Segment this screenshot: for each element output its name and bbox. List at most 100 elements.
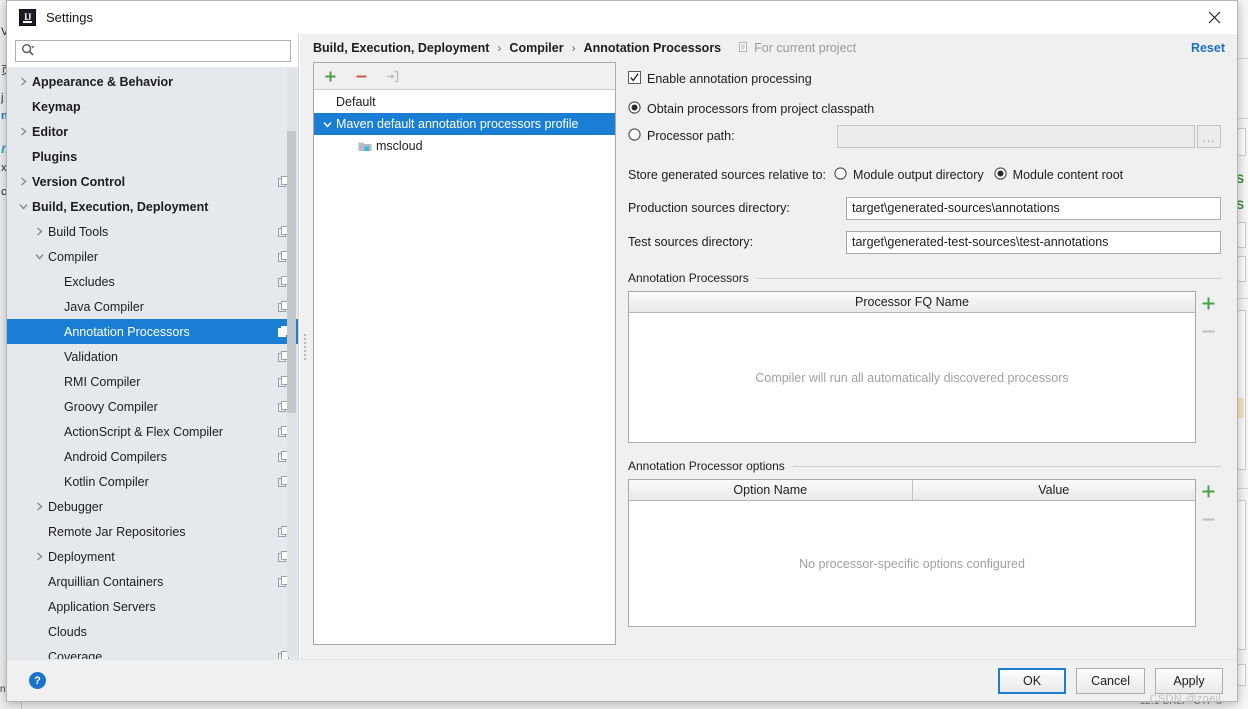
sidebar-item-clouds[interactable]: Clouds	[7, 619, 299, 644]
search-box[interactable]	[15, 40, 291, 62]
sidebar-item-label: Groovy Compiler	[64, 399, 158, 414]
sidebar-item-label: Annotation Processors	[64, 324, 190, 339]
profile-row[interactable]: mscloud	[314, 135, 615, 157]
sidebar-item-application-servers[interactable]: Application Servers	[7, 594, 299, 619]
checkbox-icon[interactable]	[628, 71, 641, 87]
close-icon[interactable]	[1191, 1, 1237, 34]
apply-button[interactable]: Apply	[1155, 667, 1223, 694]
chevron-right-icon[interactable]	[15, 127, 32, 136]
profile-label: Default	[336, 95, 376, 109]
radio-selected-icon[interactable]	[628, 101, 641, 117]
sidebar-item-validation[interactable]: Validation	[7, 344, 299, 369]
add-option-button[interactable]	[1199, 481, 1219, 501]
test-sources-input[interactable]	[846, 230, 1221, 254]
profile-label: Maven default annotation processors prof…	[336, 117, 579, 131]
search-input[interactable]	[39, 43, 285, 59]
test-sources-label: Test sources directory:	[628, 235, 754, 249]
sidebar-scrollbar-thumb[interactable]	[287, 131, 296, 413]
search-container	[7, 34, 299, 67]
breadcrumb-item-1[interactable]: Compiler	[509, 41, 563, 55]
sidebar-item-arquillian-containers[interactable]: Arquillian Containers	[7, 569, 299, 594]
processors-table: Processor FQ Name Compiler will run all …	[628, 291, 1196, 443]
sidebar-item-label: Appearance & Behavior	[32, 74, 174, 89]
reset-link[interactable]: Reset	[1191, 41, 1225, 55]
processor-path-browse-button[interactable]: ...	[1197, 124, 1221, 148]
enable-annotation-processing-row[interactable]: Enable annotation processing	[628, 68, 1221, 90]
sidebar-item-label: Build Tools	[48, 224, 109, 239]
sidebar-item-kotlin-compiler[interactable]: Kotlin Compiler	[7, 469, 299, 494]
sidebar-item-java-compiler[interactable]: Java Compiler	[7, 294, 299, 319]
group-divider	[756, 277, 1221, 279]
profile-row[interactable]: Default	[314, 91, 615, 113]
profiles-list: Default Maven default annotation processo…	[314, 90, 615, 644]
production-sources-input[interactable]	[846, 196, 1221, 220]
processor-path-label: Processor path:	[647, 129, 735, 143]
splitter-grip-icon	[303, 333, 306, 360]
dialog-body: Appearance & Behavior Keymap Editor Plugins…	[7, 34, 1237, 659]
chevron-right-icon[interactable]	[15, 177, 32, 186]
sidebar-item-plugins[interactable]: Plugins	[7, 144, 299, 169]
add-processor-button[interactable]	[1199, 293, 1219, 313]
store-module-content-label: Module content root	[1012, 168, 1124, 182]
sidebar-item-annotation-processors[interactable]: Annotation Processors	[7, 319, 299, 344]
processor-options-table-header: Option Name Value	[629, 480, 1195, 501]
sidebar-item-deployment[interactable]: Deployment	[7, 544, 299, 569]
panel-splitter[interactable]	[299, 34, 309, 659]
remove-profile-button[interactable]	[352, 67, 370, 85]
sidebar-item-coverage[interactable]: Coverage	[7, 644, 299, 659]
breadcrumb-item-0[interactable]: Build, Execution, Deployment	[313, 41, 489, 55]
sidebar-item-label: Plugins	[32, 149, 78, 164]
chevron-right-icon[interactable]	[31, 552, 48, 561]
processors-table-empty-text: Compiler will run all automatically disc…	[755, 370, 1069, 385]
sidebar-item-remote-jar-repositories[interactable]: Remote Jar Repositories	[7, 519, 299, 544]
processor-path-input[interactable]	[837, 124, 1195, 148]
chevron-right-icon[interactable]	[31, 502, 48, 511]
store-module-output-option[interactable]: Module output directory	[834, 167, 984, 183]
chevron-right-icon[interactable]	[15, 77, 32, 86]
ok-button[interactable]: OK	[998, 667, 1067, 694]
sidebar-item-actionscript-flex-compiler[interactable]: ActionScript & Flex Compiler	[7, 419, 299, 444]
sidebar-item-build-execution-deployment[interactable]: Build, Execution, Deployment	[7, 194, 299, 219]
sidebar-item-excludes[interactable]: Excludes	[7, 269, 299, 294]
radio-unselected-icon[interactable]	[834, 167, 847, 183]
processor-options-column-name: Option Name	[733, 483, 808, 497]
sidebar-item-label: Kotlin Compiler	[64, 474, 149, 489]
radio-unselected-icon[interactable]	[628, 128, 641, 144]
sidebar-item-label: Keymap	[32, 99, 81, 114]
store-module-output-label: Module output directory	[853, 168, 984, 182]
add-profile-button[interactable]	[321, 67, 339, 85]
sidebar-item-android-compilers[interactable]: Android Compilers	[7, 444, 299, 469]
dialog-title: Settings	[46, 9, 93, 25]
radio-selected-icon[interactable]	[994, 167, 1007, 183]
sidebar-item-compiler[interactable]: Compiler	[7, 244, 299, 269]
sidebar-item-keymap[interactable]: Keymap	[7, 94, 299, 119]
profile-row[interactable]: Maven default annotation processors prof…	[314, 113, 615, 135]
sidebar-item-debugger[interactable]: Debugger	[7, 494, 299, 519]
scope-indicator: For current project	[737, 41, 856, 56]
sidebar-item-label: Android Compilers	[64, 449, 167, 464]
sidebar-item-build-tools[interactable]: Build Tools	[7, 219, 299, 244]
help-icon[interactable]: ?	[29, 672, 46, 689]
sidebar-item-label: Clouds	[48, 624, 87, 639]
sidebar-edge	[298, 34, 299, 659]
remove-option-button[interactable]	[1199, 509, 1219, 529]
chevron-down-icon[interactable]	[318, 120, 336, 129]
sidebar-item-rmi-compiler[interactable]: RMI Compiler	[7, 369, 299, 394]
remove-processor-button[interactable]	[1199, 321, 1219, 341]
store-module-content-option[interactable]: Module content root	[994, 167, 1124, 183]
chevron-down-icon[interactable]	[31, 252, 48, 261]
content-split: Default Maven default annotation processo…	[309, 62, 1237, 659]
sidebar-item-appearance-behavior[interactable]: Appearance & Behavior	[7, 69, 299, 94]
sidebar-item-version-control[interactable]: Version Control	[7, 169, 299, 194]
chevron-down-icon[interactable]	[15, 202, 32, 211]
chevron-right-icon[interactable]	[31, 227, 48, 236]
sidebar-item-editor[interactable]: Editor	[7, 119, 299, 144]
obtain-from-classpath-row[interactable]: Obtain processors from project classpath	[628, 98, 1221, 120]
move-to-profile-button[interactable]	[383, 67, 401, 85]
search-icon	[21, 43, 35, 60]
breadcrumb: Build, Execution, Deployment › Compiler …	[309, 34, 1237, 62]
sidebar-item-groovy-compiler[interactable]: Groovy Compiler	[7, 394, 299, 419]
sidebar-item-label: Build, Execution, Deployment	[32, 199, 209, 214]
sidebar-scrollbar[interactable]	[287, 69, 296, 657]
cancel-button[interactable]: Cancel	[1076, 667, 1145, 694]
